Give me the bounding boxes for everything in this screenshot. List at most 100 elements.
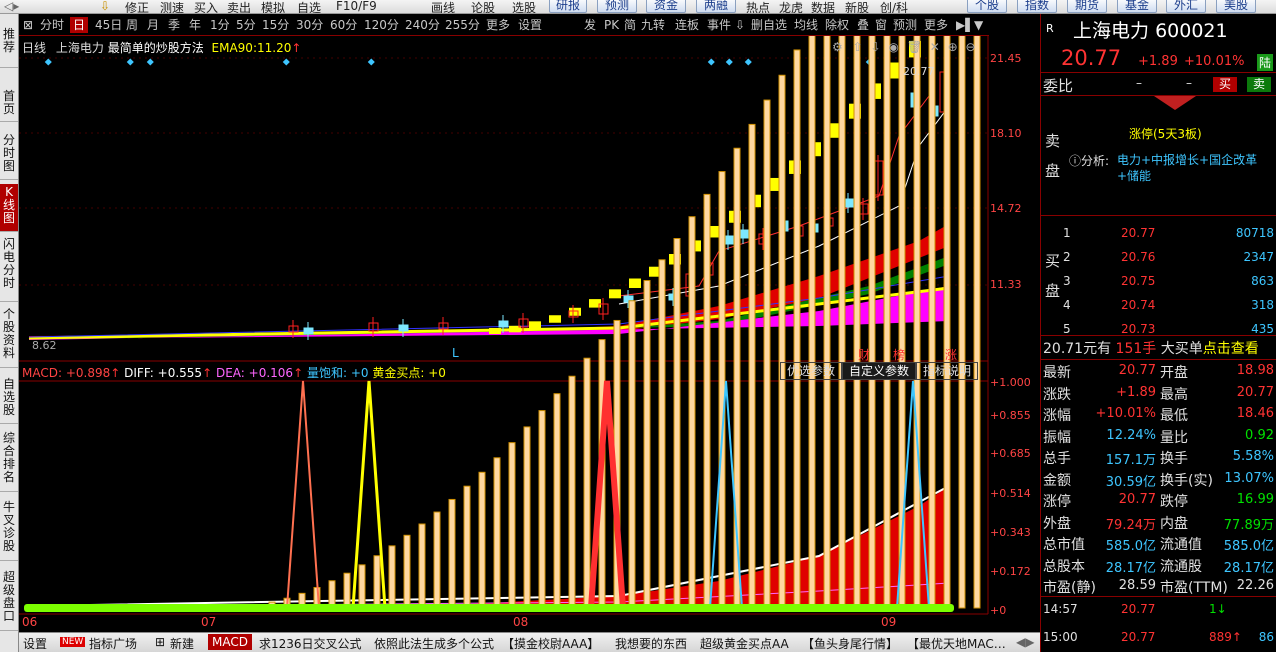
big-order-link[interactable]: 点击查看 bbox=[1203, 341, 1259, 357]
period-tab[interactable]: 季 bbox=[168, 17, 180, 33]
buy-button[interactable]: 买 bbox=[1213, 77, 1238, 92]
tab-yanbao[interactable]: 研报 bbox=[549, 0, 587, 13]
tab-liangrong[interactable]: 两融 bbox=[696, 0, 736, 13]
nav-zhengu[interactable]: 牛叉诊股 bbox=[0, 499, 18, 561]
period-tab[interactable]: 5分 bbox=[236, 17, 256, 33]
tab-zijin[interactable]: 资金 bbox=[646, 0, 686, 13]
window-icon[interactable]: ⊠ bbox=[23, 17, 33, 33]
menu-item[interactable]: 自选 bbox=[297, 0, 321, 13]
trash-icon[interactable]: 🗑 bbox=[907, 40, 922, 54]
period-tab[interactable]: 30分 bbox=[296, 17, 323, 33]
back-icon[interactable]: ◁▸ bbox=[4, 0, 19, 13]
down-arrow-icon[interactable]: ⇩ bbox=[100, 0, 110, 13]
menu-item[interactable]: 画线 bbox=[431, 0, 455, 13]
period-tab[interactable]: 15分 bbox=[262, 17, 289, 33]
settings-button[interactable]: 设置 bbox=[23, 635, 47, 652]
eye-icon[interactable]: ◉ bbox=[888, 40, 898, 54]
tab-yuce[interactable]: 预测 bbox=[597, 0, 637, 13]
period-tab[interactable]: 设置 bbox=[518, 17, 542, 33]
marker-cai[interactable]: 财 bbox=[858, 346, 870, 363]
custom-params-button[interactable]: 自定义参数 bbox=[842, 362, 917, 380]
nav-fenshi[interactable]: 分时图 bbox=[0, 132, 18, 180]
tool-tab[interactable]: 叠 bbox=[857, 17, 869, 33]
tool-tab[interactable]: 九转 bbox=[641, 17, 665, 33]
tool-tab[interactable]: 除权 bbox=[825, 17, 849, 33]
optimal-params-button[interactable]: 优选参数 bbox=[780, 362, 843, 380]
tool-tab[interactable]: 均线 bbox=[794, 17, 818, 33]
nav-kxian[interactable]: K线图 bbox=[0, 184, 18, 232]
formula-tab[interactable]: 【鱼头身尾行情】 bbox=[802, 635, 898, 652]
tab-zhishu[interactable]: 指数 bbox=[1017, 0, 1057, 13]
tool-tab[interactable]: 简 bbox=[624, 17, 636, 33]
nav-tuijian[interactable]: 推荐 bbox=[0, 22, 18, 68]
tool-tab[interactable]: 连板 bbox=[675, 17, 699, 33]
period-tab[interactable]: 60分 bbox=[330, 17, 357, 33]
nav-shouye[interactable]: 首页 bbox=[0, 86, 18, 122]
menu-item[interactable]: 选股 bbox=[512, 0, 536, 13]
tool-tab[interactable]: 事件 bbox=[707, 17, 731, 33]
period-tab[interactable]: 120分 bbox=[364, 17, 399, 33]
scroll-arrows-icon[interactable]: ◀▶ bbox=[1016, 635, 1034, 649]
nav-shandian[interactable]: 闪电分时 bbox=[0, 236, 18, 302]
indicator-square-tab[interactable]: 指标广场 bbox=[89, 635, 137, 652]
zoom-out-icon[interactable]: ⊖ bbox=[966, 40, 976, 54]
period-tab[interactable]: 年 bbox=[189, 17, 201, 33]
tool-tab[interactable]: ⇩ bbox=[735, 17, 745, 33]
up-arrow-icon[interactable]: ⇧ bbox=[853, 40, 863, 54]
period-tab[interactable]: 45日 bbox=[95, 17, 122, 33]
settings-icon[interactable]: ⚙ bbox=[832, 40, 843, 54]
tool-tab[interactable]: 窗 bbox=[875, 17, 887, 33]
kline-chart[interactable] bbox=[19, 36, 1040, 632]
menu-item[interactable]: 卖出 bbox=[227, 0, 251, 13]
menu-item[interactable]: 买入 bbox=[194, 0, 218, 13]
formula-tab[interactable]: 【摸金校尉AAA】 bbox=[502, 635, 599, 652]
menu-item[interactable]: F10/F9 bbox=[336, 0, 377, 13]
menu-item[interactable]: 热点 bbox=[746, 0, 770, 13]
next-icon[interactable]: ▶▌ bbox=[956, 17, 974, 33]
menu-item[interactable]: 测速 bbox=[160, 0, 184, 13]
formula-tab[interactable]: 求1236日交叉公式 bbox=[259, 635, 362, 652]
tab-qihuo[interactable]: 期货 bbox=[1067, 0, 1107, 13]
formula-tab[interactable]: 超级黄金买点AA bbox=[700, 635, 789, 652]
new-formula-tab[interactable]: 新建 bbox=[170, 635, 194, 652]
nav-paiming[interactable]: 综合排名 bbox=[0, 430, 18, 492]
tab-waihui[interactable]: 外汇 bbox=[1166, 0, 1206, 13]
marker-zhang[interactable]: 涨 bbox=[945, 346, 957, 363]
tool-tab[interactable]: 发 bbox=[584, 17, 596, 33]
down-arrow-icon[interactable]: ⇩ bbox=[870, 40, 880, 54]
period-tab[interactable]: 分时 bbox=[40, 17, 64, 33]
period-tab[interactable]: 1分 bbox=[210, 17, 230, 33]
menu-item[interactable]: 创/科 bbox=[880, 0, 908, 13]
menu-item[interactable]: 龙虎 bbox=[779, 0, 803, 13]
nav-zixuan[interactable]: 自选股 bbox=[0, 376, 18, 424]
period-tab[interactable]: 月 bbox=[147, 17, 159, 33]
collapse-icon[interactable] bbox=[1154, 96, 1196, 110]
tab-jijin[interactable]: 基金 bbox=[1117, 0, 1157, 13]
period-tab[interactable]: 255分 bbox=[445, 17, 480, 33]
menu-item[interactable]: 数据 bbox=[811, 0, 835, 13]
formula-tab[interactable]: 【最优天地MAC… bbox=[907, 635, 1006, 652]
formula-tab[interactable]: 我想要的东西 bbox=[615, 635, 687, 652]
period-tab[interactable]: 240分 bbox=[405, 17, 440, 33]
indicator-help-button[interactable]: 指标说明 bbox=[916, 362, 979, 380]
marker-bang[interactable]: 榜 bbox=[893, 346, 905, 363]
tool-tab[interactable]: PK bbox=[604, 17, 619, 33]
menu-item[interactable]: 修正 bbox=[125, 0, 149, 13]
analysis-tags[interactable]: 电力+中报增长+国企改革+储能 bbox=[1117, 152, 1269, 184]
period-tab[interactable]: 周 bbox=[126, 17, 138, 33]
tool-tab[interactable]: 删自选 bbox=[751, 17, 787, 33]
dropdown-icon[interactable]: ▼ bbox=[974, 17, 983, 33]
menu-item[interactable]: 模拟 bbox=[261, 0, 285, 13]
macd-tab[interactable]: MACD bbox=[208, 634, 252, 650]
menu-item[interactable]: 新股 bbox=[845, 0, 869, 13]
tab-meigu[interactable]: 美股 bbox=[1216, 0, 1256, 13]
menu-item[interactable]: 论股 bbox=[471, 0, 495, 13]
formula-tab[interactable]: 依照此法生成多个公式 bbox=[374, 635, 494, 652]
nav-ziliao[interactable]: 个股资料 bbox=[0, 306, 18, 368]
period-tab-active[interactable]: 日 bbox=[70, 17, 89, 33]
tool-tab[interactable]: 预测 bbox=[893, 17, 917, 33]
tool-tab[interactable]: 更多 bbox=[924, 17, 948, 33]
tab-gegu[interactable]: 个股 bbox=[967, 0, 1007, 13]
close-icon[interactable]: ✕ bbox=[930, 40, 940, 54]
period-tab[interactable]: 更多 bbox=[486, 17, 510, 33]
